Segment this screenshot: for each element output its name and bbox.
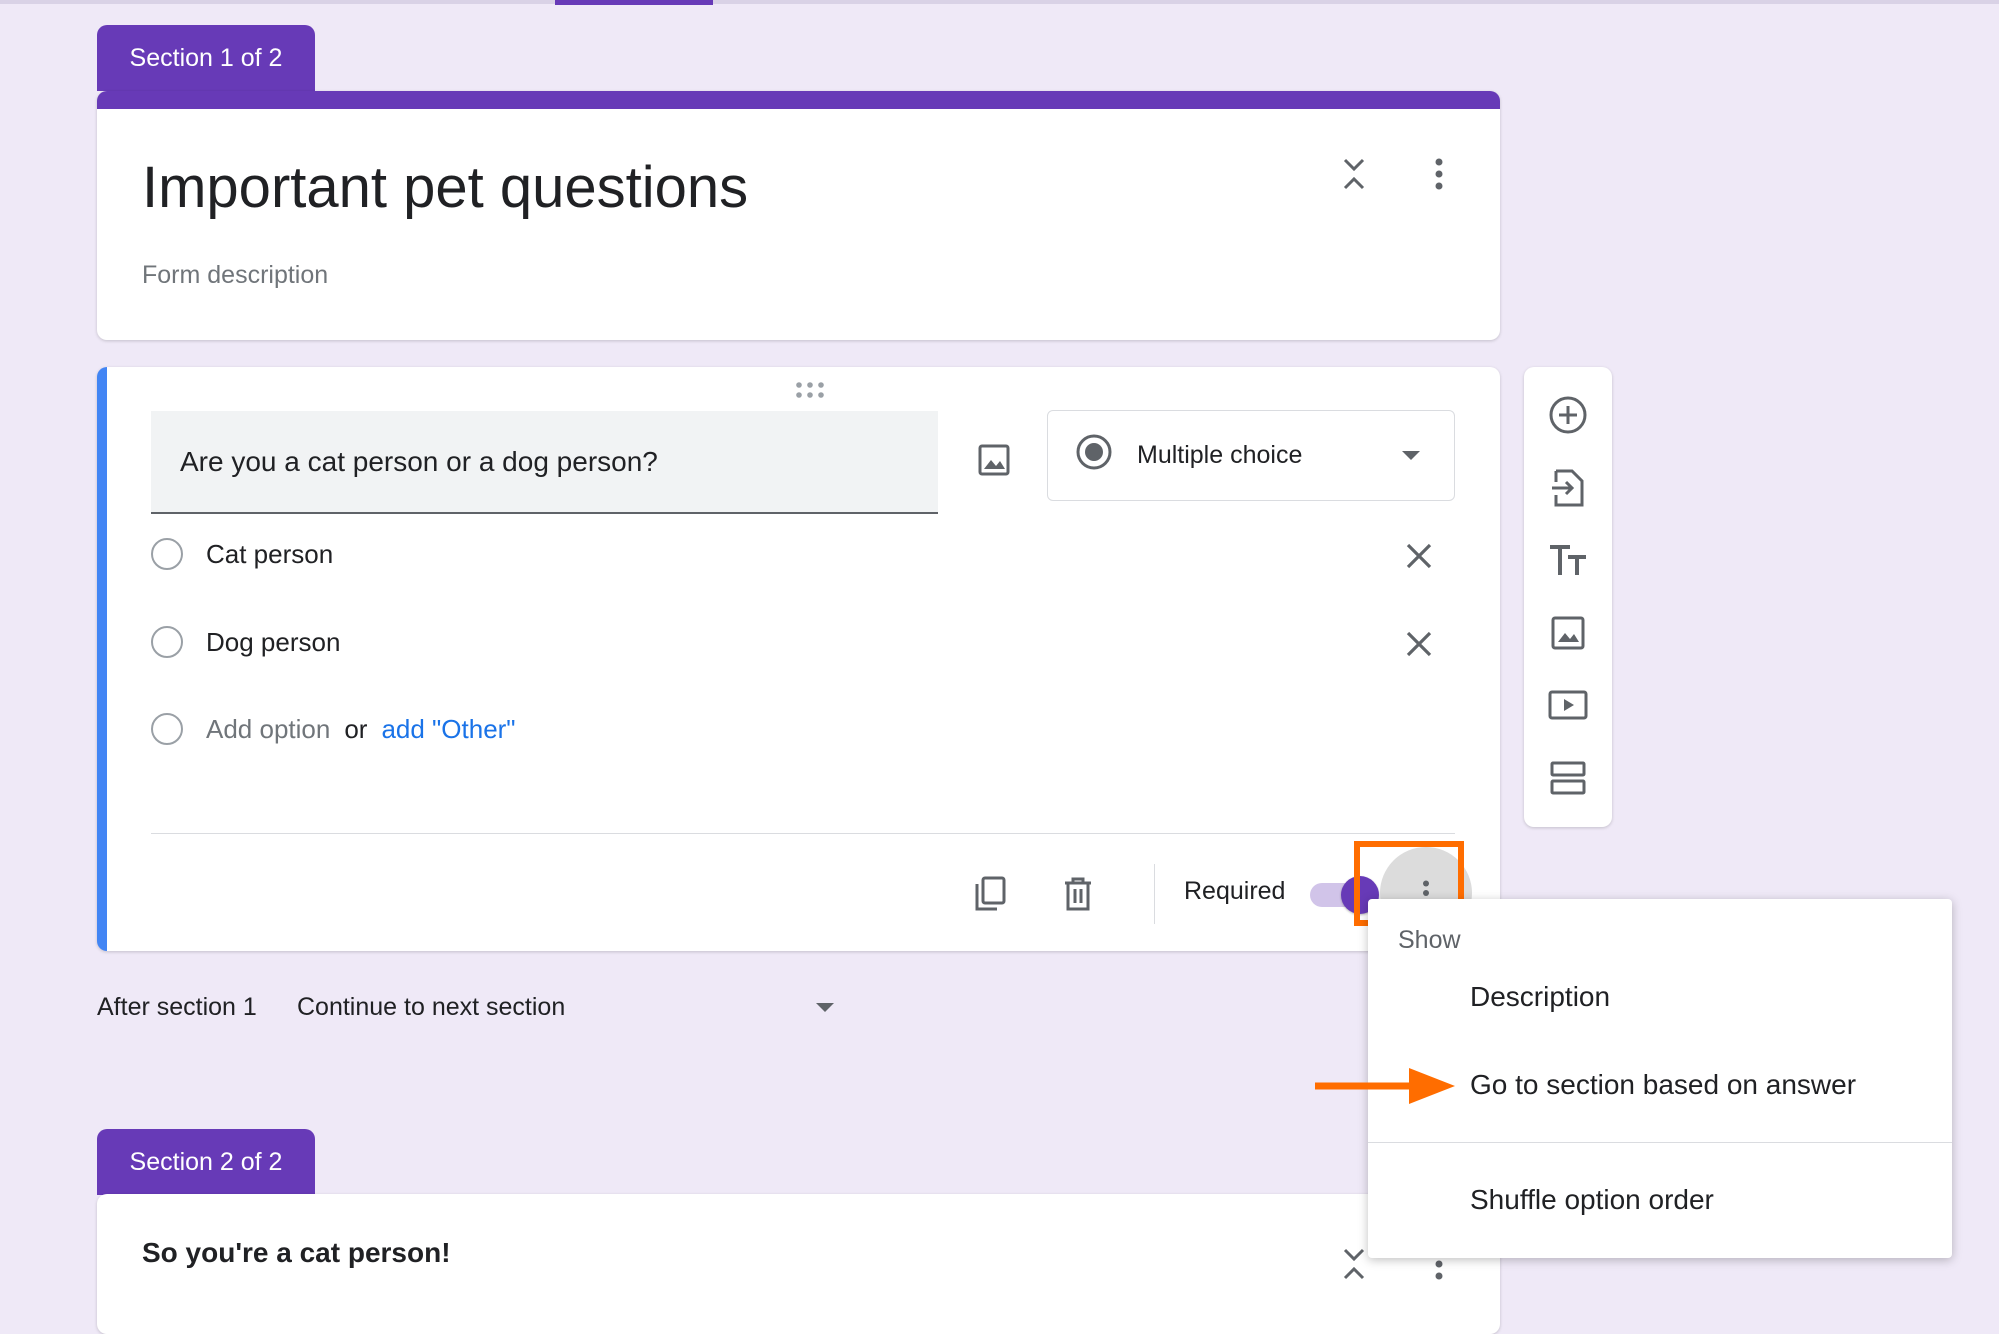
option-label[interactable]: Dog person: [206, 627, 340, 658]
add-option-row: Add option or add "Other": [151, 713, 516, 745]
add-video-icon[interactable]: [1545, 682, 1591, 728]
option-row[interactable]: Cat person: [151, 538, 333, 570]
add-image-icon[interactable]: [969, 435, 1019, 485]
option-label[interactable]: Cat person: [206, 539, 333, 570]
question-text-input[interactable]: Are you a cat person or a dog person?: [151, 411, 938, 514]
add-other-link[interactable]: add "Other": [381, 714, 515, 745]
footer-vertical-divider: [1154, 864, 1155, 924]
after-section-dropdown[interactable]: Continue to next section: [297, 993, 565, 1022]
menu-item-shuffle[interactable]: Shuffle option order: [1470, 1184, 1714, 1216]
section-more-options-icon[interactable]: [1414, 149, 1464, 199]
section-2-tab: Section 2 of 2: [97, 1129, 315, 1195]
radio-button-checked-icon: [1075, 433, 1113, 478]
question-type-label: Multiple choice: [1137, 441, 1303, 469]
delete-icon[interactable]: [1053, 869, 1103, 919]
question-card[interactable]: Are you a cat person or a dog person? Mu…: [97, 367, 1500, 951]
remove-option-icon[interactable]: [1399, 536, 1439, 576]
dropdown-caret-icon: [1402, 451, 1420, 460]
section-2-title-card[interactable]: So you're a cat person!: [97, 1194, 1500, 1334]
card-footer-divider: [151, 833, 1455, 834]
duplicate-icon[interactable]: [965, 869, 1015, 919]
question-type-dropdown[interactable]: Multiple choice: [1047, 410, 1455, 501]
collapse-section-icon[interactable]: [1329, 149, 1379, 199]
add-question-icon[interactable]: [1545, 392, 1591, 438]
menu-item-description[interactable]: Description: [1470, 981, 1610, 1013]
drag-handle-icon[interactable]: [795, 381, 825, 404]
remove-option-icon[interactable]: [1399, 624, 1439, 664]
option-radio-icon: [151, 713, 183, 745]
required-label: Required: [1184, 877, 1286, 905]
import-questions-icon[interactable]: [1545, 465, 1591, 511]
option-row[interactable]: Dog person: [151, 626, 340, 658]
or-text: or: [344, 713, 368, 744]
section-1-tab: Section 1 of 2: [97, 25, 315, 91]
section-2-title[interactable]: So you're a cat person!: [142, 1237, 451, 1269]
menu-header: Show: [1398, 926, 1461, 954]
option-radio-icon: [151, 626, 183, 658]
option-radio-icon: [151, 538, 183, 570]
after-section-caret-icon[interactable]: [816, 1003, 834, 1012]
top-progress-line: [0, 0, 1999, 4]
add-option-button[interactable]: Add option: [206, 714, 330, 745]
add-title-icon[interactable]: [1545, 538, 1591, 584]
pointer-arrow-icon: [1313, 1066, 1457, 1111]
add-image-icon[interactable]: [1545, 610, 1591, 656]
add-section-icon[interactable]: [1545, 755, 1591, 801]
section-1-title-card[interactable]: Important pet questions Form description: [97, 91, 1500, 340]
menu-item-go-to-section[interactable]: Go to section based on answer: [1470, 1069, 1856, 1101]
active-tab-indicator: [555, 0, 713, 5]
form-description-field[interactable]: Form description: [142, 261, 328, 290]
form-title[interactable]: Important pet questions: [142, 154, 748, 221]
menu-divider: [1368, 1142, 1952, 1143]
floating-toolbar: [1524, 367, 1612, 827]
after-section-label: After section 1: [97, 993, 257, 1021]
